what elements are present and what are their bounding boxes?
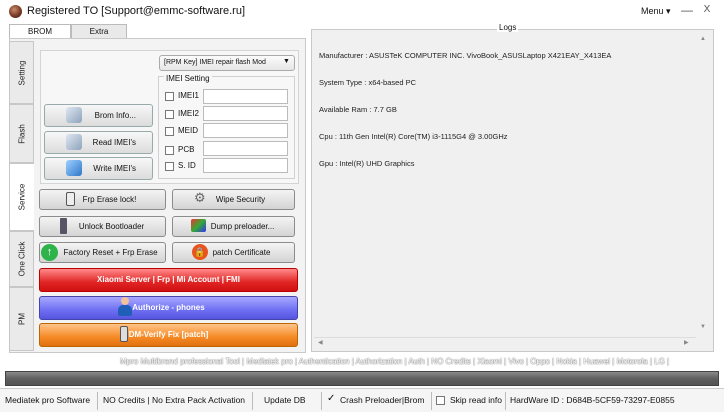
pcb-checkbox[interactable] (165, 146, 174, 155)
minimize-button[interactable]: — (680, 3, 694, 17)
imei2-checkbox[interactable] (165, 110, 174, 119)
pcb-field[interactable] (203, 141, 288, 156)
brom-info-button[interactable]: Brom Info... (44, 104, 153, 127)
tab-brom[interactable]: BROM (9, 24, 71, 39)
divider (321, 392, 322, 410)
side-tab-service[interactable]: Service (9, 163, 34, 231)
chevron-down-icon: ▼ (283, 58, 290, 65)
meid-checkbox[interactable] (165, 127, 174, 136)
reset-arrow-icon: ↑ (41, 244, 58, 261)
skip-read-info-checkbox[interactable] (436, 396, 445, 405)
app-logo-icon (9, 5, 22, 18)
menu-button[interactable]: Menu ▾ (641, 6, 671, 17)
lock-icon: 🔒 (192, 244, 208, 260)
authorize-phones-button[interactable]: Authorize - phones (39, 296, 298, 320)
divider (97, 392, 98, 410)
dm-verify-fix-button[interactable]: DM-Verify Fix [patch] (39, 323, 298, 347)
info-marquee: Mpro Multibrand professional Tool | Medi… (120, 357, 670, 366)
refresh-icon (66, 160, 82, 176)
side-tab-setting[interactable]: Setting (9, 41, 34, 104)
side-tab-label: Setting (17, 60, 26, 85)
sid-field[interactable] (203, 158, 288, 173)
scroll-up-icon[interactable]: ▲ (700, 36, 706, 42)
phone-icon (120, 326, 128, 342)
gear-icon: ⚙ (194, 190, 206, 205)
side-tab-label: One Click (17, 241, 26, 277)
tab-extra[interactable]: Extra (71, 24, 127, 39)
dump-icon (191, 219, 206, 232)
window-title: Registered TO [Support@emmc-software.ru] (27, 5, 246, 17)
divider (252, 392, 253, 410)
xiaomi-server-button[interactable]: Xiaomi Server | Frp | Mi Account | FMI (39, 268, 298, 292)
imei1-checkbox[interactable] (165, 92, 174, 101)
side-tab-label: Flash (17, 123, 26, 144)
log-line: Cpu : 11th Gen Intel(R) Core(TM) i3-1115… (319, 132, 508, 141)
software-label: Mediatek pro Software (5, 395, 91, 405)
progress-bar (5, 371, 719, 386)
meid-label: MEID (178, 126, 198, 135)
credits-label: NO Credits | No Extra Pack Activation (103, 395, 246, 405)
log-line: Gpu : Intel(R) UHD Graphics (319, 159, 415, 168)
log-line: System Type : x64-based PC (319, 78, 416, 87)
update-db-button[interactable]: Update DB (264, 395, 306, 405)
imei2-field[interactable] (203, 106, 288, 121)
scroll-left-icon[interactable]: ◀ (318, 339, 323, 346)
patch-certificate-button[interactable]: patch Certificate (172, 242, 295, 263)
scroll-right-icon[interactable]: ▶ (684, 339, 689, 346)
side-tab-label: Service (17, 183, 27, 211)
divider (431, 392, 432, 410)
divider (505, 392, 506, 410)
imei-setting-label: IMEI Setting (164, 74, 212, 83)
logs-title: Logs (497, 23, 519, 32)
crash-preloader-checkbox[interactable]: ✓ (327, 394, 335, 404)
hardware-id-label: HardWare ID : D684B-5CF59-73297-E0855 (510, 395, 675, 405)
imei2-label: IMEI2 (178, 109, 199, 118)
sid-label: S. ID (178, 161, 196, 170)
chip-icon (66, 134, 82, 150)
skip-read-info-label: Skip read info (450, 395, 502, 405)
imei1-field[interactable] (203, 89, 288, 104)
factory-reset-button[interactable]: Factory Reset + Frp Erase (39, 242, 166, 263)
log-line: Manufacturer : ASUSTeK COMPUTER INC. Viv… (319, 51, 612, 60)
read-imei-button[interactable]: Read IMEI's (44, 131, 153, 154)
frp-erase-button[interactable]: Frp Erase lock! (39, 189, 166, 210)
close-button[interactable]: X (700, 3, 714, 17)
phone-icon (60, 218, 67, 234)
pcb-label: PCB (178, 145, 195, 154)
side-tab-pm[interactable]: PM (9, 287, 34, 351)
phone-icon (66, 192, 75, 206)
status-bar: Mediatek pro Software NO Credits | No Ex… (0, 388, 724, 412)
wipe-security-button[interactable]: Wipe Security (172, 189, 295, 210)
side-tab-flash[interactable]: Flash (9, 104, 34, 163)
side-tab-label: PM (17, 313, 26, 325)
imei1-label: IMEI1 (178, 91, 199, 100)
meid-field[interactable] (203, 123, 288, 138)
write-imei-button[interactable]: Write IMEI's (44, 157, 153, 180)
unlock-bootloader-button[interactable]: Unlock Bootloader (39, 216, 166, 237)
imei-mode-select[interactable]: [RPM Key] IMEI repair flash Mod (159, 55, 295, 71)
logs-horizontal-scrollbar[interactable]: ◀ ▶ (314, 337, 696, 348)
crash-preloader-label: Crash Preloader|Brom (340, 395, 425, 405)
scroll-down-icon[interactable]: ▼ (700, 324, 706, 330)
side-tab-one-click[interactable]: One Click (9, 231, 34, 287)
log-line: Available Ram : 7.7 GB (319, 105, 397, 114)
sid-checkbox[interactable] (165, 162, 174, 171)
log-output: Manufacturer : ASUSTeK COMPUTER INC. Viv… (319, 33, 611, 177)
chip-icon (66, 107, 82, 123)
logs-vertical-scrollbar[interactable]: ▲ ▼ (697, 32, 710, 337)
user-icon (118, 297, 132, 317)
